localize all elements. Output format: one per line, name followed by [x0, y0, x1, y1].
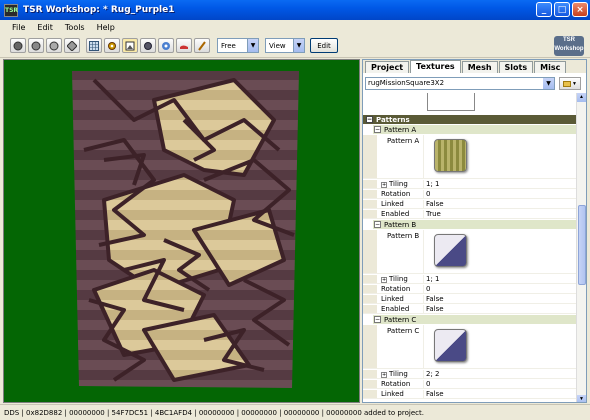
sphere-dark-icon[interactable] [10, 38, 26, 53]
menu-tools[interactable]: Tools [59, 23, 91, 32]
toolbar: Free ▼ View ▼ Edit TSR Workshop [0, 34, 590, 58]
pattern-b-enabled[interactable]: Enabled False [363, 305, 578, 314]
view-mode-dropdown[interactable]: Free ▼ [217, 38, 259, 53]
expand-icon[interactable]: + [381, 182, 387, 188]
texture-options-button[interactable]: ▼ [559, 77, 581, 90]
collapse-icon[interactable]: − [374, 126, 381, 133]
collapse-icon[interactable]: − [374, 221, 381, 228]
pattern-b-tiling[interactable]: + Tiling 1; 1 [363, 275, 578, 284]
collapse-icon[interactable]: − [374, 316, 381, 323]
circle-icon[interactable] [140, 38, 156, 53]
texture-thumbnail [427, 93, 475, 111]
pattern-name-label: Pattern C [387, 327, 420, 335]
pattern-a-rotation[interactable]: Rotation 0 [363, 190, 578, 199]
3d-viewport[interactable] [3, 59, 360, 403]
minimize-button[interactable]: _ [536, 2, 552, 17]
title-bar: TSR TSR Workshop: * Rug_Purple1 _ □ × [0, 0, 590, 20]
chevron-down-icon: ▼ [572, 80, 577, 87]
tab-mesh[interactable]: Mesh [461, 61, 498, 73]
maximize-button[interactable]: □ [554, 2, 570, 17]
sphere-medium-icon[interactable] [28, 38, 44, 53]
diamond-icon[interactable] [64, 38, 80, 53]
folder-icon [563, 80, 572, 87]
pattern-c-swatch[interactable] [434, 329, 467, 362]
pattern-a-header[interactable]: − Pattern A [373, 125, 578, 134]
pattern-header-label: Pattern B [384, 220, 417, 229]
picture-icon[interactable] [122, 38, 138, 53]
view-value: View [269, 41, 286, 50]
pattern-c-header[interactable]: − Pattern C [373, 315, 578, 324]
chevron-down-icon: ▼ [247, 39, 258, 52]
texture-selector[interactable]: rugMissionSquare3X2 ▼ [365, 77, 555, 90]
pattern-c-row: Pattern C [363, 325, 578, 369]
window-title: TSR Workshop: * Rug_Purple1 [23, 5, 175, 15]
pattern-c-tiling[interactable]: + Tiling 2; 2 [363, 370, 578, 379]
texture-selector-value: rugMissionSquare3X2 [368, 79, 445, 87]
pattern-a-tiling[interactable]: + Tiling 1; 1 [363, 180, 578, 189]
app-icon: TSR [4, 3, 18, 17]
pattern-header-label: Pattern A [384, 125, 417, 134]
shoe-icon[interactable] [176, 38, 192, 53]
pattern-a-linked[interactable]: Linked False [363, 200, 578, 209]
view-mode-value: Free [221, 41, 236, 50]
menu-help[interactable]: Help [91, 23, 121, 32]
pattern-header-label: Pattern C [384, 315, 417, 324]
gear-icon[interactable] [104, 38, 120, 53]
pattern-c-rotation[interactable]: Rotation 0 [363, 380, 578, 389]
close-button[interactable]: × [572, 2, 588, 17]
tsr-logo: TSR Workshop [554, 36, 584, 56]
brush-icon[interactable] [194, 38, 210, 53]
category-label: Patterns [376, 115, 410, 124]
scroll-down-icon[interactable]: ▼ [577, 395, 586, 402]
status-bar: DDS | 0x82D882 | 00000000 | 54F7DC51 | 4… [0, 404, 590, 420]
properties-panel: Project Textures Mesh Slots Misc rugMiss… [362, 59, 587, 403]
menu-bar: File Edit Tools Help [0, 20, 590, 34]
pattern-c-linked[interactable]: Linked False [363, 390, 578, 399]
menu-edit[interactable]: Edit [31, 23, 59, 32]
expand-icon[interactable]: + [381, 277, 387, 283]
edit-button[interactable]: Edit [310, 38, 338, 53]
scrollbar-thumb[interactable] [578, 205, 586, 285]
property-scrollbar[interactable]: ▲ ▼ [576, 93, 586, 402]
pattern-b-linked[interactable]: Linked False [363, 295, 578, 304]
pattern-a-swatch[interactable] [434, 139, 467, 172]
rug-preview [72, 71, 299, 388]
pattern-a-row: Pattern A [363, 135, 578, 179]
settings-icon[interactable] [158, 38, 174, 53]
scroll-up-icon[interactable]: ▲ [577, 93, 586, 102]
pattern-name-label: Pattern B [387, 232, 420, 240]
pattern-b-header[interactable]: − Pattern B [373, 220, 578, 229]
menu-file[interactable]: File [6, 23, 31, 32]
pattern-name-label: Pattern A [387, 137, 420, 145]
tab-project[interactable]: Project [365, 61, 410, 73]
tab-misc[interactable]: Misc [534, 61, 567, 73]
sphere-light-icon[interactable] [46, 38, 62, 53]
pattern-a-enabled[interactable]: Enabled True [363, 210, 578, 219]
chevron-down-icon: ▼ [293, 39, 304, 52]
category-patterns[interactable]: − Patterns [363, 115, 578, 124]
pattern-b-rotation[interactable]: Rotation 0 [363, 285, 578, 294]
chevron-down-icon: ▼ [543, 78, 554, 89]
pattern-b-row: Pattern B [363, 230, 578, 274]
collapse-icon[interactable]: − [366, 116, 373, 123]
grid-icon[interactable] [86, 38, 102, 53]
view-dropdown[interactable]: View ▼ [265, 38, 305, 53]
panel-tabs: Project Textures Mesh Slots Misc [363, 60, 586, 73]
tab-textures[interactable]: Textures [410, 60, 461, 73]
expand-icon[interactable]: + [381, 372, 387, 378]
pattern-b-swatch[interactable] [434, 234, 467, 267]
property-grid: − Patterns − Pattern A Pattern A + Tiling… [363, 93, 578, 402]
tab-slots[interactable]: Slots [498, 61, 534, 73]
